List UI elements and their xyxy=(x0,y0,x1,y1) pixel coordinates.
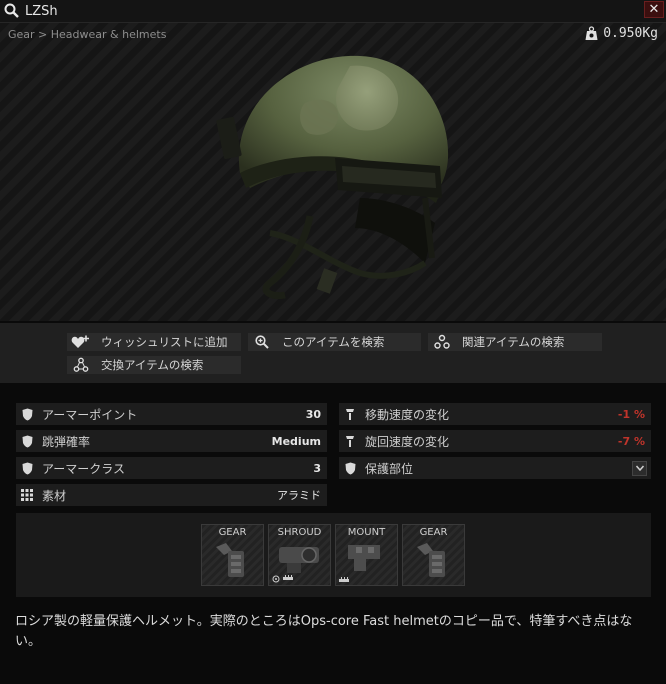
stat-label: 旋回速度の変化 xyxy=(365,434,450,449)
search-item-button[interactable]: このアイテムを検索 xyxy=(248,333,421,351)
stat-value: 30 xyxy=(305,407,321,421)
grid-icon xyxy=(16,489,38,501)
item-description: ロシア製の軽量保護ヘルメット。実際のところはOps-core Fast helm… xyxy=(15,614,633,649)
stat-label: アーマーポイント xyxy=(42,407,138,422)
heart-plus-icon xyxy=(67,333,95,351)
search-related-button[interactable]: 関連アイテムの検索 xyxy=(428,333,602,351)
barter-icon xyxy=(67,356,95,374)
stat-value: -7 % xyxy=(617,434,645,448)
slot-mount[interactable]: MOUNT xyxy=(335,524,398,586)
search-item-label: このアイテムを検索 xyxy=(282,335,385,349)
chevron-down-icon[interactable] xyxy=(632,460,647,476)
slot-status-icons xyxy=(272,575,293,583)
stat-movement-speed: 移動速度の変化 -1 % xyxy=(339,403,651,425)
actions-panel: ウィッシュリストに追加 このアイテムを検索 関連アイテムの検索 交換アイテムの検… xyxy=(0,323,666,383)
stat-material: 素材 アラミド xyxy=(16,484,327,506)
gear-slot-icon xyxy=(216,543,244,577)
search-barter-button[interactable]: 交換アイテムの検索 xyxy=(67,356,241,374)
stat-value: -1 % xyxy=(617,407,645,421)
search-barter-label: 交換アイテムの検索 xyxy=(101,358,204,372)
weight-display: 0.950Kg xyxy=(585,26,658,41)
stat-label: 移動速度の変化 xyxy=(365,407,450,422)
stat-label: 保護部位 xyxy=(365,461,414,476)
stat-value: Medium xyxy=(271,434,321,448)
stat-value: アラミド xyxy=(277,489,321,502)
close-button[interactable]: ✕ xyxy=(644,1,664,18)
add-to-wishlist-label: ウィッシュリストに追加 xyxy=(101,335,228,349)
search-icon xyxy=(4,3,19,18)
stat-label: 跳弾確率 xyxy=(42,434,91,449)
helmet-image xyxy=(216,55,449,300)
shield-icon xyxy=(339,462,361,475)
shield-icon xyxy=(16,435,38,448)
weight-icon xyxy=(585,26,598,40)
stat-value: 3 xyxy=(313,461,321,475)
related-icon xyxy=(428,333,456,351)
turn-icon xyxy=(339,435,361,448)
slot-status-icons xyxy=(339,577,349,583)
stat-armor-class: アーマークラス 3 xyxy=(16,457,327,479)
slot-shroud[interactable]: SHROUD xyxy=(268,524,331,586)
stat-protection-zones[interactable]: 保護部位 xyxy=(339,457,651,479)
search-related-label: 関連アイテムの検索 xyxy=(462,335,565,349)
shield-icon xyxy=(16,408,38,421)
stat-ricochet-chance: 跳弾確率 Medium xyxy=(16,430,327,452)
stat-label: アーマークラス xyxy=(42,461,126,476)
breadcrumb[interactable]: Gear > Headwear & helmets xyxy=(8,28,166,41)
search-icon xyxy=(248,333,276,351)
item-image-panel: Gear > Headwear & helmets 0.950Kg xyxy=(0,23,666,321)
gear-slot-icon xyxy=(417,543,445,577)
stat-label: 素材 xyxy=(42,488,67,503)
shield-icon xyxy=(16,462,38,475)
speed-icon xyxy=(339,408,361,421)
mod-slots-panel: GEAR SHROUD MOUNT GEAR xyxy=(16,513,651,597)
weight-value: 0.950Kg xyxy=(603,26,658,41)
slot-gear-2[interactable]: GEAR xyxy=(402,524,465,586)
slot-gear-1[interactable]: GEAR xyxy=(201,524,264,586)
stat-armor-points: アーマーポイント 30 xyxy=(16,403,327,425)
window-title: LZSh xyxy=(25,3,58,19)
stat-turn-speed: 旋回速度の変化 -7 % xyxy=(339,430,651,452)
add-to-wishlist-button[interactable]: ウィッシュリストに追加 xyxy=(67,333,241,351)
title-bar: LZSh ✕ xyxy=(0,0,666,23)
